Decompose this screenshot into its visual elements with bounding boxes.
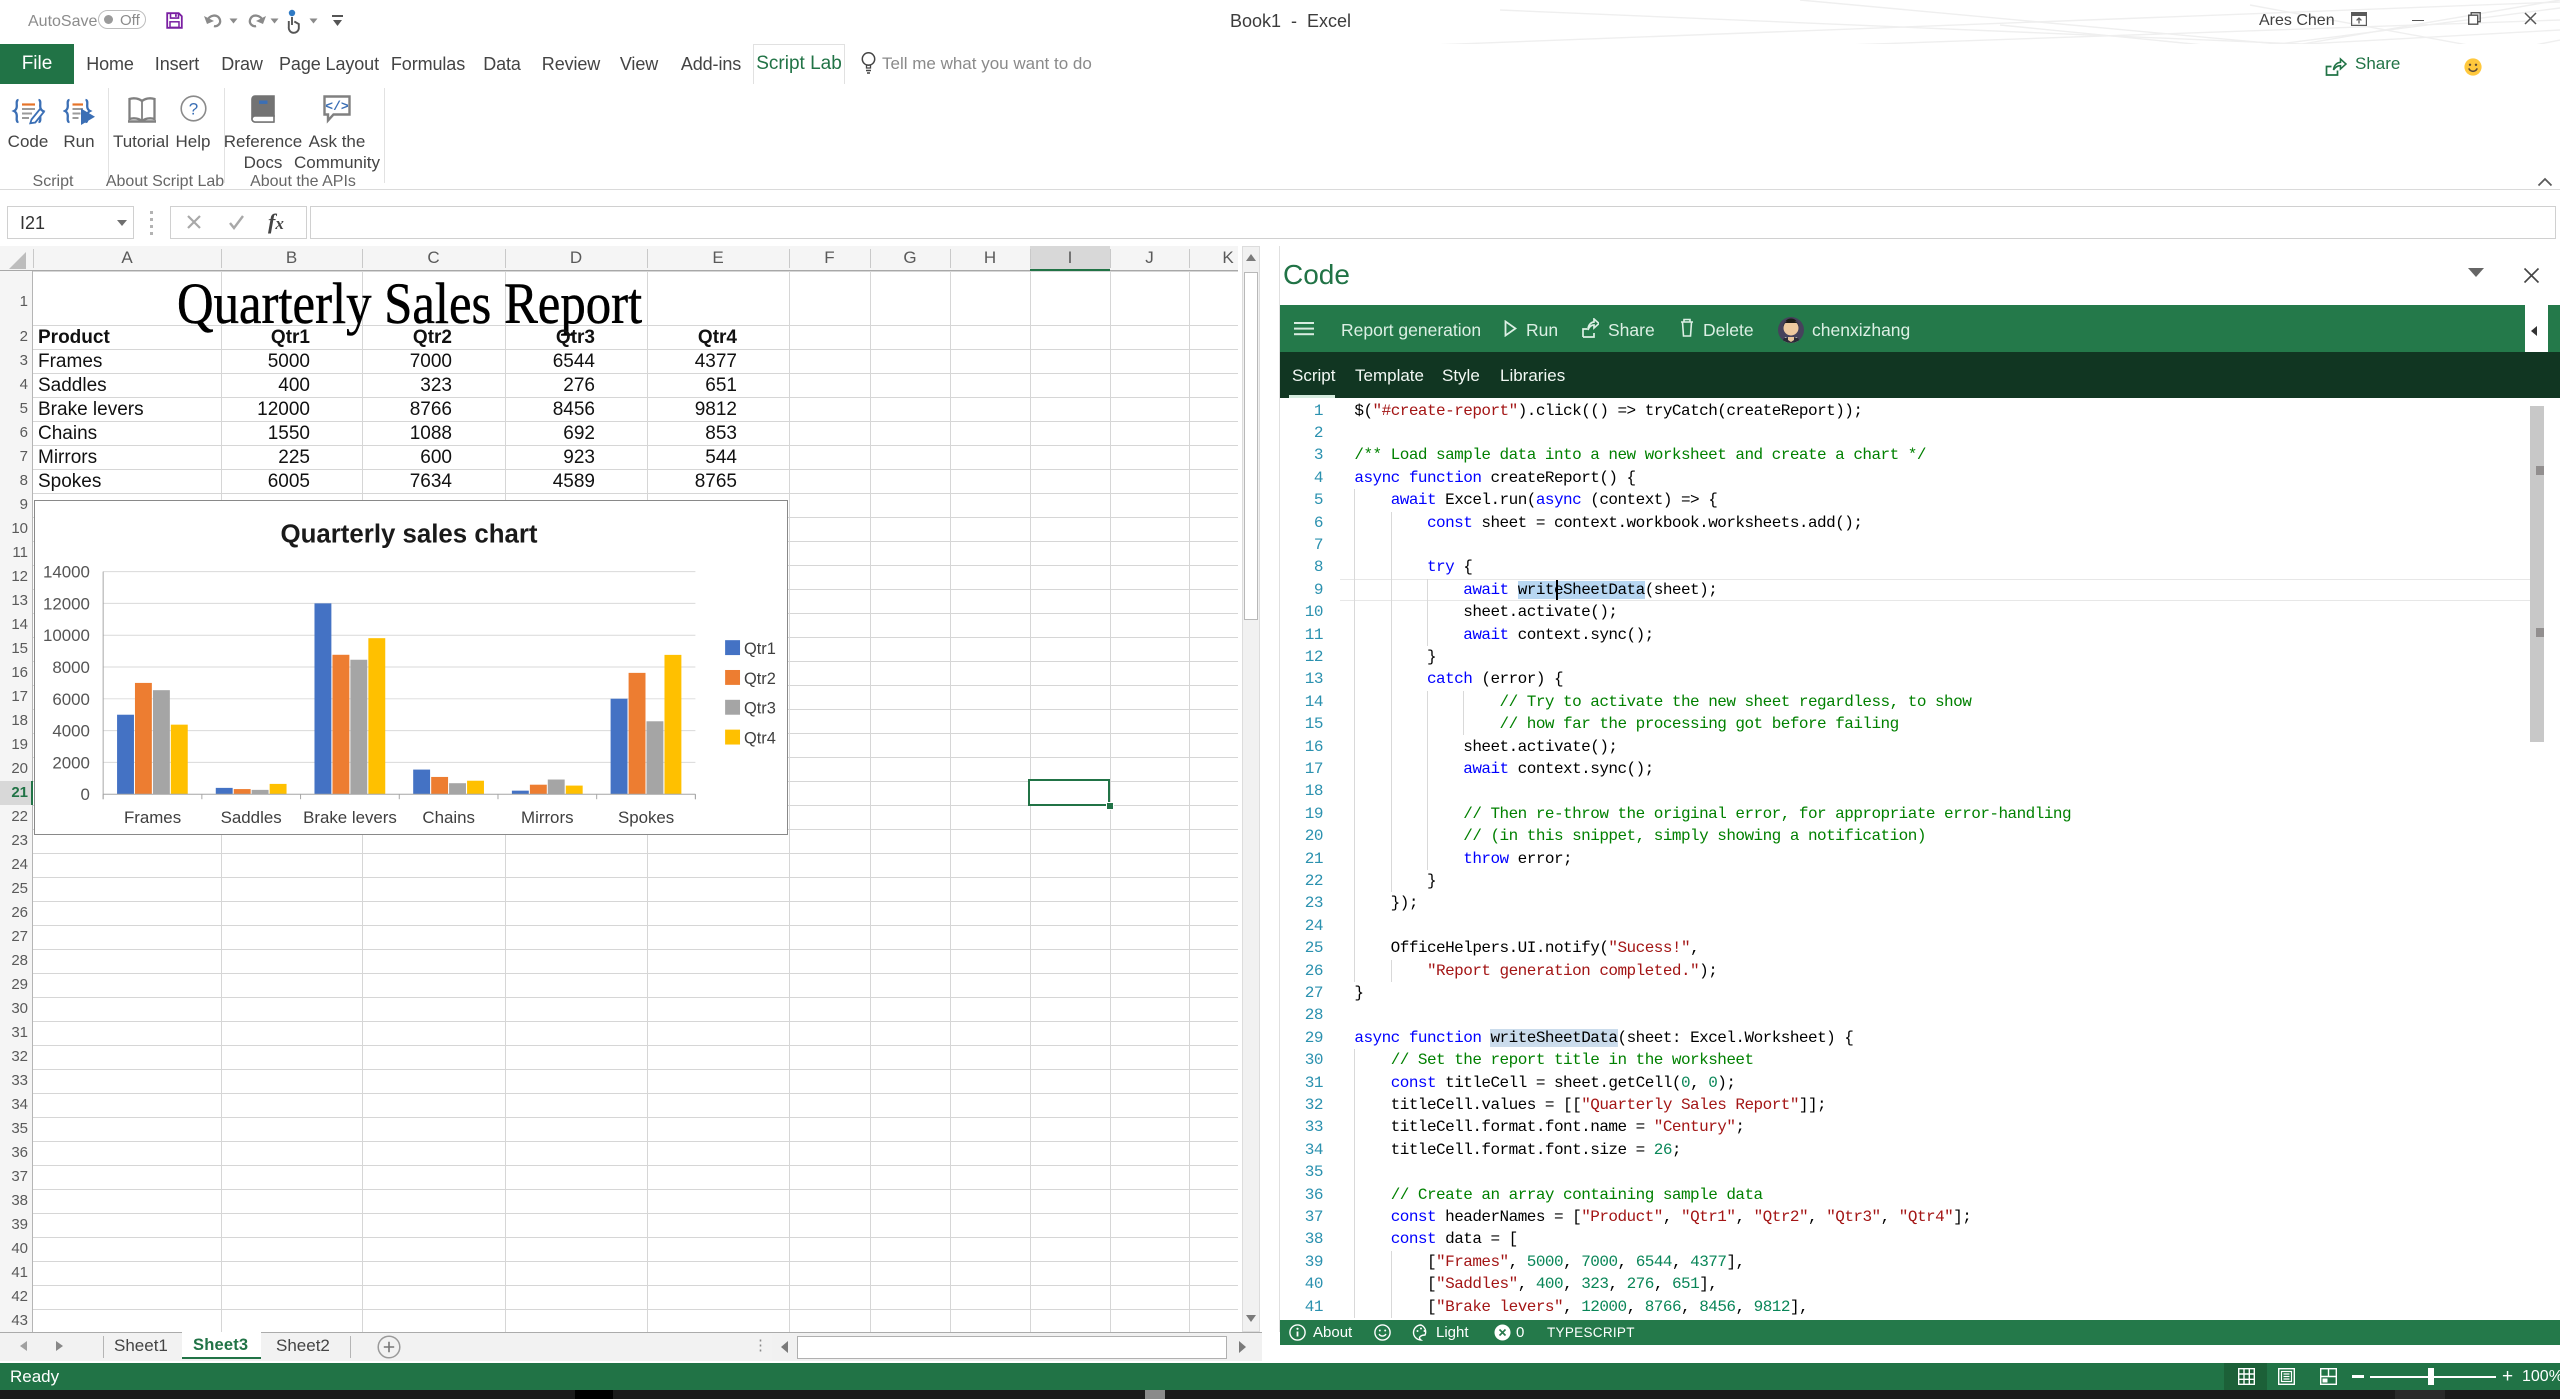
svg-text:14000: 14000	[43, 563, 90, 582]
svg-text:0: 0	[81, 785, 90, 804]
svg-text:Saddles: Saddles	[221, 808, 282, 827]
svg-text:6000: 6000	[52, 690, 90, 709]
svg-text:10000: 10000	[43, 626, 90, 645]
svg-text:Brake levers: Brake levers	[303, 808, 397, 827]
svg-text:?: ?	[189, 100, 198, 119]
svg-text:2000: 2000	[52, 753, 90, 772]
svg-text:Quarterly sales chart: Quarterly sales chart	[281, 521, 538, 549]
svg-text:Qtr4: Qtr4	[744, 730, 776, 748]
svg-text:Qtr1: Qtr1	[744, 640, 776, 658]
svg-text:Qtr3: Qtr3	[744, 700, 776, 718]
svg-text:Qtr2: Qtr2	[744, 670, 776, 688]
svg-text:Mirrors: Mirrors	[521, 808, 574, 827]
svg-text:</>: </>	[325, 99, 349, 114]
svg-text:Spokes: Spokes	[618, 808, 674, 827]
svg-text:12000: 12000	[43, 594, 90, 613]
svg-text:Frames: Frames	[124, 808, 181, 827]
svg-text:4000: 4000	[52, 722, 90, 741]
svg-text:8000: 8000	[52, 658, 90, 677]
svg-text:Chains: Chains	[422, 808, 475, 827]
